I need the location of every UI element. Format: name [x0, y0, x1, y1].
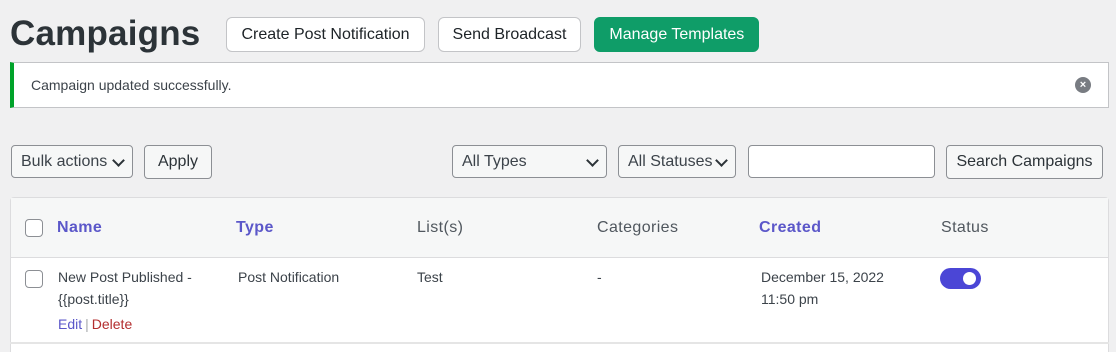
campaign-categories: -: [597, 269, 602, 285]
column-header-name[interactable]: Name: [57, 219, 102, 237]
close-circle-icon[interactable]: ×: [1075, 77, 1091, 93]
campaign-type: Post Notification: [238, 269, 340, 285]
notice-message: Campaign updated successfully.: [31, 77, 232, 93]
type-filter-selected: All Types: [462, 153, 527, 170]
row-divider: [10, 342, 1109, 344]
manage-templates-button[interactable]: Manage Templates: [594, 16, 760, 52]
toggle-knob: [963, 272, 976, 285]
page-title: Campaigns: [10, 14, 201, 53]
chevron-down-icon: [112, 154, 125, 167]
send-broadcast-button[interactable]: Send Broadcast: [437, 16, 582, 52]
action-separator: |: [85, 316, 89, 332]
apply-button[interactable]: Apply: [144, 145, 212, 179]
status-filter-selected: All Statuses: [628, 153, 713, 170]
search-campaigns-button[interactable]: Search Campaigns: [946, 145, 1103, 179]
delete-link[interactable]: Delete: [92, 316, 132, 332]
column-header-created[interactable]: Created: [759, 219, 821, 237]
campaign-lists: Test: [417, 269, 443, 285]
column-header-lists: List(s): [417, 219, 464, 236]
table-header: Name Type List(s) Categories Created Sta…: [11, 198, 1108, 258]
status-toggle[interactable]: [940, 268, 981, 289]
column-header-status: Status: [941, 219, 989, 236]
search-input[interactable]: [748, 145, 935, 178]
table-toolbar: Bulk actions Apply All Types All Statuse…: [0, 145, 1116, 179]
column-header-type[interactable]: Type: [236, 219, 274, 237]
row-checkbox[interactable]: [25, 270, 43, 288]
campaigns-table: Name Type List(s) Categories Created Sta…: [10, 197, 1109, 352]
type-filter-select[interactable]: All Types: [452, 145, 607, 178]
success-notice: Campaign updated successfully. ×: [10, 62, 1109, 108]
campaign-created: December 15, 2022 11:50 pm: [761, 269, 884, 307]
row-actions: Edit | Delete: [58, 316, 132, 332]
campaign-name[interactable]: New Post Published - {{post.title}}: [58, 267, 192, 310]
status-filter-select[interactable]: All Statuses: [618, 145, 736, 178]
chevron-down-icon: [586, 154, 599, 167]
page-header: Campaigns Create Post Notification Send …: [10, 14, 772, 54]
chevron-down-icon: [715, 154, 728, 167]
create-post-notification-button[interactable]: Create Post Notification: [226, 16, 425, 52]
column-header-categories: Categories: [597, 219, 679, 236]
edit-link[interactable]: Edit: [58, 316, 82, 332]
bulk-actions-select[interactable]: Bulk actions: [11, 145, 133, 178]
bulk-actions-selected: Bulk actions: [21, 153, 108, 170]
select-all-checkbox[interactable]: [25, 219, 43, 237]
